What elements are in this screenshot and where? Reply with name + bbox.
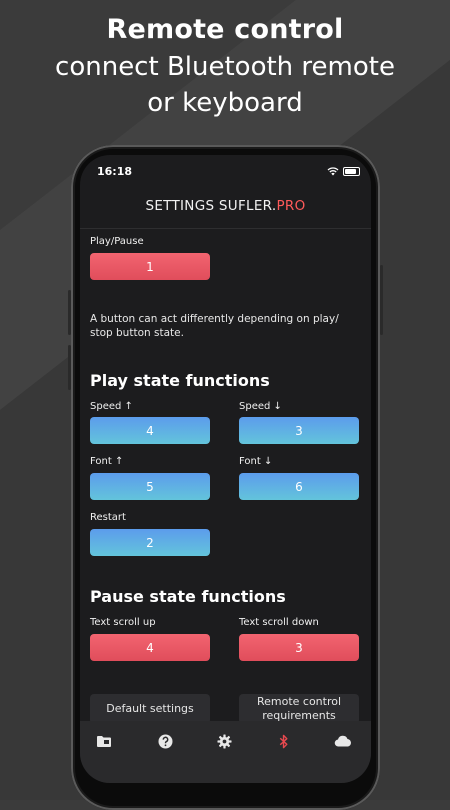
tab-bar (80, 721, 371, 783)
page-title: SETTINGS SUFLER.PRO (80, 198, 371, 214)
scroll-down-key-button[interactable]: 3 (239, 634, 359, 661)
default-settings-button[interactable]: Default settings (90, 694, 210, 724)
restart-label: Restart (90, 512, 126, 523)
headline-subtitle-line1: connect Bluetooth remote (55, 52, 395, 82)
cloud-icon (334, 735, 351, 747)
pause-state-heading: Pause state functions (90, 587, 286, 606)
font-down-label: Font ↓ (239, 456, 273, 467)
phone-screen: 16:18 SETTINGS SUFLER.PRO Play/Pause 1 A… (80, 155, 371, 783)
speed-up-label: Speed ↑ (90, 401, 133, 412)
battery-icon (343, 167, 360, 176)
behavior-description: A button can act differently depending o… (90, 313, 339, 339)
headline-subtitle-line2: or keyboard (147, 88, 303, 118)
tab-settings[interactable] (214, 731, 234, 751)
help-icon (158, 734, 172, 748)
restart-key-button[interactable]: 2 (90, 529, 210, 556)
tab-cloud[interactable] (333, 731, 353, 751)
font-down-key-button[interactable]: 6 (239, 473, 359, 500)
title-divider (80, 228, 371, 229)
folder-icon (97, 735, 111, 747)
scroll-up-label: Text scroll up (90, 617, 156, 628)
gear-icon (216, 733, 232, 749)
tab-files[interactable] (94, 731, 114, 751)
font-up-key-button[interactable]: 5 (90, 473, 210, 500)
play-pause-key-button[interactable]: 1 (90, 253, 210, 280)
page-title-main: SETTINGS SUFLER. (145, 198, 277, 214)
status-bar: 16:18 (80, 155, 371, 191)
remote-requirements-button[interactable]: Remote control requirements (239, 694, 359, 724)
play-pause-label: Play/Pause (90, 236, 144, 247)
headline-title: Remote control (106, 14, 344, 45)
speed-up-key-button[interactable]: 4 (90, 417, 210, 444)
page-title-accent: PRO (276, 198, 306, 214)
status-time: 16:18 (97, 165, 133, 178)
wifi-icon (327, 167, 339, 176)
scroll-down-label: Text scroll down (239, 617, 319, 628)
tab-help[interactable] (155, 731, 175, 751)
phone-side-button (68, 345, 71, 390)
speed-down-label: Speed ↓ (239, 401, 282, 412)
play-state-heading: Play state functions (90, 371, 270, 390)
scroll-up-key-button[interactable]: 4 (90, 634, 210, 661)
tab-bluetooth[interactable] (274, 731, 294, 751)
bluetooth-icon (279, 734, 288, 748)
phone-power-button (380, 265, 383, 335)
phone-side-button (68, 290, 71, 335)
speed-down-key-button[interactable]: 3 (239, 417, 359, 444)
font-up-label: Font ↑ (90, 456, 124, 467)
